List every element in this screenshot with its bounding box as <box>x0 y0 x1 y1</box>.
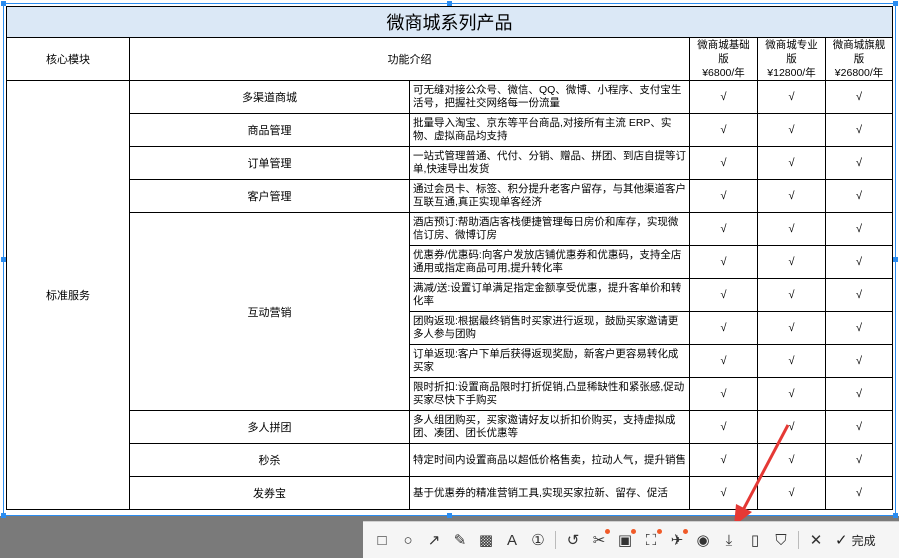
text-icon[interactable]: A <box>499 527 525 553</box>
feature-description: 限时折扣:设置商品限时打折促销,凸显稀缺性和紧张感,促动买家尽快下手购买 <box>409 377 690 411</box>
feature-description: 通过会员卡、标签、积分提升老客户留存，与其他渠道客户互联互通,真正实现单客经济 <box>409 179 690 213</box>
done-label: 完成 <box>851 533 876 548</box>
feature-name: 客户管理 <box>129 179 410 213</box>
feature-name: 多渠道商城 <box>129 80 410 114</box>
red-arrow-annotation <box>734 424 790 526</box>
check-mark: √ <box>824 80 894 114</box>
record-icon[interactable]: ◉ <box>690 527 716 553</box>
close-icon[interactable]: ✕ <box>803 527 829 553</box>
check-mark: √ <box>757 311 826 345</box>
feature-name: 互动营销 <box>129 212 410 411</box>
badge-dot <box>683 529 688 534</box>
check-mark: √ <box>689 311 758 345</box>
feature-description: 订单返现:客户下单后获得返现奖励，新客户更容易转化成买家 <box>409 344 690 378</box>
scan-icon[interactable]: ⛶ <box>638 527 664 553</box>
table-title: 微商城系列产品 <box>5 6 894 38</box>
mosaic-icon[interactable]: ▩ <box>473 527 499 553</box>
check-mark: √ <box>824 443 894 477</box>
check-mark: √ <box>824 311 894 345</box>
feature-description: 多人组团购买，买家邀请好友以折扣价购买，支持虚拟成团、凑团、团长优惠等 <box>409 410 690 444</box>
badge-dot <box>605 529 610 534</box>
check-mark: √ <box>689 80 758 114</box>
check-mark: √ <box>689 278 758 312</box>
feature-description: 酒店预订:帮助酒店客栈便捷管理每日房价和库存，实现微信订房、微博订房 <box>409 212 690 246</box>
check-mark: √ <box>757 212 826 246</box>
check-mark: √ <box>689 344 758 378</box>
feature-description: 特定时间内设置商品以超低价格售卖，拉动人气，提升销售 <box>409 443 690 477</box>
check-mark: √ <box>757 278 826 312</box>
header-module: 核心模块 <box>6 37 130 81</box>
check-mark: √ <box>824 113 894 147</box>
check-mark: √ <box>757 344 826 378</box>
header-tier-pro: 微商城专业版 ¥12800/年 <box>757 37 826 81</box>
done-button[interactable]: ✓ 完成 <box>835 531 876 549</box>
header-tier-basic: 微商城基础版 ¥6800/年 <box>689 37 758 81</box>
feature-description: 满减/送:设置订单满足指定金额享受优惠，提升客单价和转化率 <box>409 278 690 312</box>
section-label: 标准服务 <box>6 80 130 510</box>
check-mark: √ <box>757 179 826 213</box>
check-mark: √ <box>757 113 826 147</box>
check-mark: √ <box>689 146 758 180</box>
cut-icon[interactable]: ✂ <box>586 527 612 553</box>
badge-dot <box>631 529 636 534</box>
check-mark: √ <box>757 146 826 180</box>
check-mark: √ <box>689 212 758 246</box>
feature-description: 可无缝对接公众号、微信、QQ、微博、小程序、支付宝生活号，把握社交网络每一份流量 <box>409 80 690 114</box>
check-mark: √ <box>824 377 894 411</box>
check-mark: √ <box>824 212 894 246</box>
resize-handle-top-right[interactable] <box>893 1 898 6</box>
ellipse-icon[interactable]: ○ <box>395 527 421 553</box>
number-icon[interactable]: ① <box>525 527 551 553</box>
feature-description: 基于优惠券的精准营销工具,实现买家拉新、留存、促活 <box>409 476 690 510</box>
check-mark: √ <box>689 245 758 279</box>
pen-icon[interactable]: ✎ <box>447 527 473 553</box>
resize-handle-bottom-right[interactable] <box>893 513 898 518</box>
feature-name: 发券宝 <box>129 476 410 510</box>
check-icon: ✓ <box>835 532 848 549</box>
feature-name: 多人拼团 <box>129 410 410 444</box>
check-mark: √ <box>689 179 758 213</box>
check-mark: √ <box>757 245 826 279</box>
table-row: 互动营销 酒店预订:帮助酒店客栈便捷管理每日房价和库存，实现微信订房、微博订房 √ √… <box>7 212 894 411</box>
badge-dot <box>657 529 662 534</box>
resize-handle-right[interactable] <box>893 257 898 262</box>
table-row: 订单管理 一站式管理普通、代付、分销、赠品、拼团、到店自提等订单,快速导出发货 √ √… <box>7 146 894 180</box>
feature-name: 商品管理 <box>129 113 410 147</box>
toolbar-separator <box>798 531 799 549</box>
feature-description: 优惠券/优惠码:向客户发放店铺优惠券和优惠码，支持全店通用或指定商品可用,提升转… <box>409 245 690 279</box>
check-mark: √ <box>757 80 826 114</box>
check-mark: √ <box>824 344 894 378</box>
check-mark: √ <box>824 278 894 312</box>
resize-handle-bottom[interactable] <box>447 513 452 518</box>
table-row: 客户管理 通过会员卡、标签、积分提升老客户留存，与其他渠道客户互联互通,真正实现单… <box>7 179 894 213</box>
toolbar-separator <box>555 531 556 549</box>
check-mark: √ <box>824 476 894 510</box>
feature-name: 秒杀 <box>129 443 410 477</box>
header-feature: 功能介绍 <box>129 37 690 81</box>
table-row: 商品管理 批量导入淘宝、京东等平台商品,对接所有主流 ERP、实物、虚拟商品均支持… <box>7 113 894 147</box>
resize-handle-bottom-left[interactable] <box>1 513 6 518</box>
check-mark: √ <box>824 146 894 180</box>
arrow-icon[interactable]: ↗ <box>421 527 447 553</box>
feature-description: 批量导入淘宝、京东等平台商品,对接所有主流 ERP、实物、虚拟商品均支持 <box>409 113 690 147</box>
phone-icon[interactable]: ▯ <box>742 527 768 553</box>
feature-description: 一站式管理普通、代付、分销、赠品、拼团、到店自提等订单,快速导出发货 <box>409 146 690 180</box>
rectangle-icon[interactable]: □ <box>369 527 395 553</box>
table-row: 标准服务 多渠道商城 可无缝对接公众号、微信、QQ、微博、小程序、支付宝生活号，把握… <box>6 80 894 510</box>
pin-icon[interactable]: ✈ <box>664 527 690 553</box>
download-icon[interactable]: ⤓ <box>716 527 742 553</box>
check-mark: √ <box>689 377 758 411</box>
feature-name: 订单管理 <box>129 146 410 180</box>
check-mark: √ <box>824 245 894 279</box>
header-tier-flagship: 微商城旗舰版 ¥26800/年 <box>824 37 894 81</box>
ocr-icon[interactable]: ▣ <box>612 527 638 553</box>
screenshot-toolbar: □ ○ ↗ ✎ ▩ A ① ↺ ✂ ▣ ⛶ ✈ ◉ ⤓ ▯ ⛉ ✕ ✓ 完成 <box>363 521 899 558</box>
check-mark: √ <box>824 179 894 213</box>
check-mark: √ <box>824 410 894 444</box>
check-mark: √ <box>757 377 826 411</box>
feature-description: 团购返现:根据最终销售时买家进行返现，鼓励买家邀请更多人参与团购 <box>409 311 690 345</box>
check-mark: √ <box>689 113 758 147</box>
bookmark-icon[interactable]: ⛉ <box>768 527 794 553</box>
undo-icon[interactable]: ↺ <box>560 527 586 553</box>
